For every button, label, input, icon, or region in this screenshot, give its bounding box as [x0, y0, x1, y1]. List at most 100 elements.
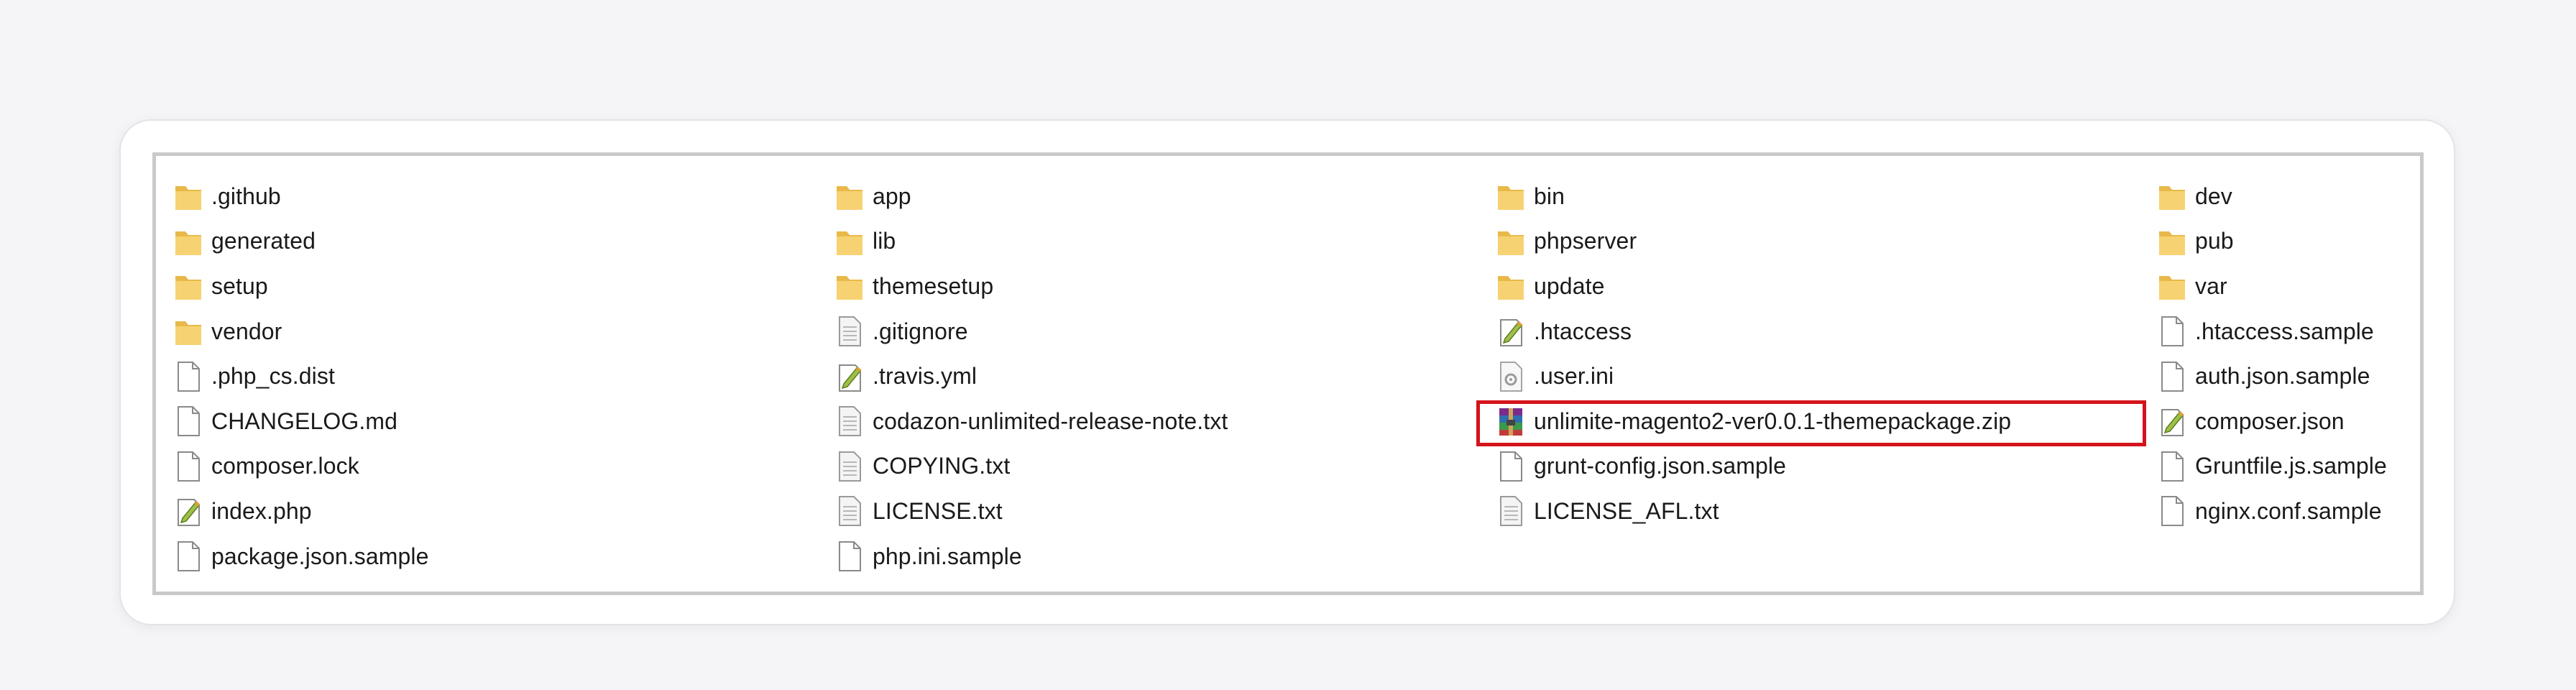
file-name: .gitignore	[873, 318, 968, 344]
folder-icon	[1496, 224, 1525, 259]
file-item[interactable]: var	[2158, 264, 2373, 309]
file-item[interactable]: generated	[174, 219, 835, 264]
file-name: vendor	[211, 318, 282, 344]
file-name: php.ini.sample	[873, 543, 1022, 569]
file-item[interactable]: lib	[835, 219, 1496, 264]
file-name: composer.lock	[211, 453, 359, 479]
file-item[interactable]: auth.json.sample	[2158, 354, 2373, 399]
file-item[interactable]: .gitignore	[835, 309, 1496, 354]
file-item[interactable]: .user.ini	[1496, 354, 2158, 399]
file-name: grunt-config.json.sample	[1534, 453, 1787, 479]
folder-icon	[835, 179, 864, 213]
script-file-icon	[835, 359, 864, 394]
file-item[interactable]: composer.lock	[174, 444, 835, 489]
folder-icon	[174, 314, 203, 349]
file-name: bin	[1534, 183, 1565, 209]
file-item[interactable]: grunt-config.json.sample	[1496, 444, 2158, 489]
file-item[interactable]: CHANGELOG.md	[174, 399, 835, 444]
file-name: LICENSE_AFL.txt	[1534, 497, 1719, 524]
settings-file-icon	[1496, 359, 1525, 394]
text-file-icon	[835, 404, 864, 438]
folder-icon	[835, 269, 864, 303]
file-name: Gruntfile.js.sample	[2195, 453, 2387, 479]
text-file-icon	[1496, 494, 1525, 528]
file-name: index.php	[211, 497, 312, 524]
file-item[interactable]: package.json.sample	[174, 534, 835, 579]
empty-cell	[1496, 534, 2158, 579]
script-file-icon	[174, 494, 203, 528]
folder-icon	[174, 269, 203, 303]
file-name: var	[2195, 272, 2227, 299]
file-name: themesetup	[873, 272, 994, 299]
file-item[interactable]: .travis.yml	[835, 354, 1496, 399]
file-icon	[2158, 314, 2186, 349]
file-item[interactable]: .htaccess.sample	[2158, 309, 2374, 354]
file-item[interactable]: codazon-unlimited-release-note.txt	[835, 399, 1496, 444]
file-item[interactable]: update	[1496, 264, 2158, 309]
folder-icon	[2158, 179, 2186, 213]
folder-icon	[1496, 179, 1525, 213]
file-name: .user.ini	[1534, 363, 1614, 390]
file-list-pane: .github generated setup vendor .php_cs.dist C…	[152, 152, 2424, 595]
file-name: composer.json	[2195, 408, 2345, 434]
file-name: .travis.yml	[873, 363, 978, 390]
file-item[interactable]: app	[835, 174, 1496, 219]
file-item[interactable]: COPYING.txt	[835, 444, 1496, 489]
file-icon	[174, 539, 203, 574]
file-icon	[2158, 359, 2186, 394]
file-name: auth.json.sample	[2195, 363, 2370, 390]
file-item[interactable]: setup	[174, 264, 835, 309]
file-item[interactable]: php.ini.sample	[835, 534, 1496, 579]
file-icon	[835, 539, 864, 574]
file-name: .php_cs.dist	[211, 363, 335, 390]
file-item[interactable]: .github	[174, 174, 835, 219]
folder-icon	[835, 224, 864, 259]
folder-icon	[2158, 269, 2186, 303]
file-item[interactable]: .htaccess	[1496, 309, 2158, 354]
folder-icon	[174, 179, 203, 213]
file-name: .htaccess.sample	[2195, 318, 2374, 344]
file-name: .github	[211, 183, 281, 209]
file-name: app	[873, 183, 911, 209]
file-name: dev	[2195, 183, 2232, 209]
file-name: generated	[211, 228, 316, 254]
text-file-icon	[835, 314, 864, 349]
folder-icon	[174, 224, 203, 259]
file-item[interactable]: Gruntfile.js.sample	[2158, 444, 2387, 489]
file-name: unlimite-magento2-ver0.0.1-themepackage.…	[1534, 408, 2012, 434]
file-item[interactable]: dev	[2158, 174, 2373, 219]
file-name: CHANGELOG.md	[211, 408, 398, 434]
script-file-icon	[2158, 404, 2186, 438]
script-file-icon	[1496, 314, 1525, 349]
file-item[interactable]: composer.json	[2158, 399, 2373, 444]
file-item[interactable]: LICENSE_AFL.txt	[1496, 489, 2158, 534]
file-item[interactable]: bin	[1496, 174, 2158, 219]
file-name: COPYING.txt	[873, 453, 1011, 479]
text-file-icon	[835, 449, 864, 484]
file-name: nginx.conf.sample	[2195, 497, 2382, 524]
file-name: phpserver	[1534, 228, 1637, 254]
file-item[interactable]: LICENSE.txt	[835, 489, 1496, 534]
file-name: setup	[211, 272, 268, 299]
empty-cell	[2158, 534, 2373, 579]
file-name: package.json.sample	[211, 543, 429, 569]
file-name: .htaccess	[1534, 318, 1632, 344]
file-item[interactable]: index.php	[174, 489, 835, 534]
file-icon	[174, 449, 203, 484]
file-item[interactable]: pub	[2158, 219, 2373, 264]
folder-icon	[1496, 269, 1525, 303]
file-icon	[2158, 494, 2186, 528]
file-icon	[2158, 449, 2186, 484]
file-icon	[174, 359, 203, 394]
archive-icon	[1496, 404, 1525, 438]
file-name: lib	[873, 228, 896, 254]
file-item[interactable]: .php_cs.dist	[174, 354, 835, 399]
file-item[interactable]: vendor	[174, 309, 835, 354]
file-name: pub	[2195, 228, 2234, 254]
text-file-icon	[835, 494, 864, 528]
file-item[interactable]: phpserver	[1496, 219, 2158, 264]
file-item[interactable]: themesetup	[835, 264, 1496, 309]
file-item[interactable]: nginx.conf.sample	[2158, 489, 2382, 534]
file-icon	[1496, 449, 1525, 484]
file-item[interactable]: unlimite-magento2-ver0.0.1-themepackage.…	[1476, 399, 2158, 446]
